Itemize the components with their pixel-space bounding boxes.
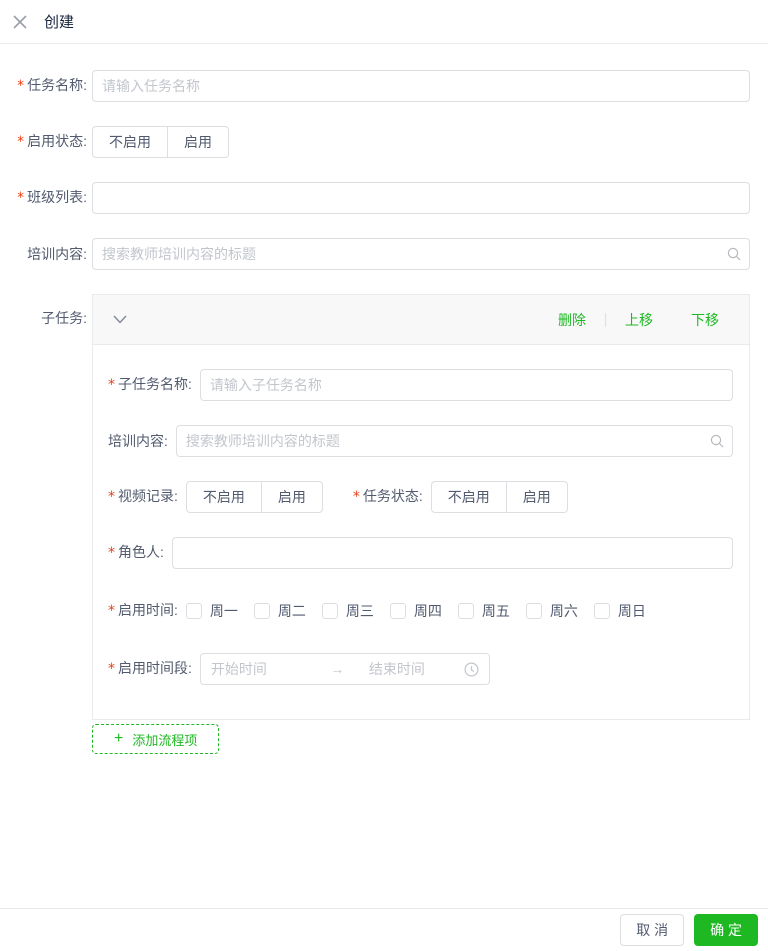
enable-days-row: * 启用时间: 周一 周二 周三 周四 周五 周六 周日	[108, 593, 733, 629]
day-checkbox-wednesday[interactable]: 周三	[321, 601, 374, 621]
day-checkbox-saturday[interactable]: 周六	[525, 601, 578, 621]
required-mark: *	[17, 190, 25, 207]
subtask-panel-body: *子任务名称: 培训内容:	[93, 345, 749, 719]
range-arrow: →	[330, 661, 345, 677]
enable-period-label: * 启用时间段:	[108, 660, 192, 678]
time-range-picker[interactable]: →	[199, 653, 490, 685]
chevron-down-icon[interactable]	[113, 315, 127, 324]
move-down-link[interactable]: 下移	[691, 310, 719, 330]
class-list-input[interactable]	[92, 182, 750, 214]
subtask-name-label: * 子任务名称:	[108, 376, 192, 394]
subtask-name-row: * 子任务名称:	[108, 369, 733, 401]
class-list-row: * 班级列表:	[0, 182, 750, 214]
checkbox[interactable]	[321, 603, 338, 619]
start-time-input[interactable]	[210, 661, 306, 677]
subtask-panel-header: 删除 上移 下移	[93, 295, 749, 345]
cancel-button[interactable]: 取 消	[620, 914, 685, 946]
subtask-name-input[interactable]	[199, 369, 733, 401]
subtask-row: 子任务: 删除 上移 下移 * 子任务名称: 请输入子任务名称 培训内容: 搜索…	[0, 294, 750, 720]
actions-divider	[605, 312, 606, 327]
day-checkbox-friday[interactable]: 周五	[457, 601, 510, 621]
required-mark: *	[108, 377, 115, 394]
subtask-training-content-search-input[interactable]	[175, 425, 733, 457]
task-status-off-button[interactable]: 不启用	[430, 481, 507, 513]
required-mark: *	[108, 489, 115, 506]
training-content-row: 培训内容:	[0, 238, 750, 270]
task-status-label: * 任务状态:	[352, 488, 423, 506]
enable-days-label: * 启用时间:	[108, 602, 178, 620]
delete-link[interactable]: 删除	[558, 310, 586, 330]
enable-status-row: * 启用状态: 不启用 启用	[0, 126, 750, 158]
task-name-row: * 任务名称:	[0, 70, 750, 102]
enable-status-on-button[interactable]: 启用	[167, 126, 229, 158]
enable-status-off-button[interactable]: 不启用	[92, 126, 168, 158]
task-status-on-button[interactable]: 启用	[505, 481, 568, 513]
task-status-group: 不启用 启用	[430, 481, 568, 513]
task-name-label: * 任务名称:	[17, 77, 87, 95]
subtask-training-content-row: 培训内容:	[108, 425, 733, 457]
checkbox[interactable]	[389, 603, 406, 619]
confirm-button[interactable]: 确 定	[694, 914, 758, 946]
subtask-panel: 删除 上移 下移 *子任务名称: 培训内容:	[92, 294, 750, 720]
search-icon	[727, 247, 741, 261]
enable-status-label: * 启用状态:	[17, 133, 87, 151]
role-person-label: * 角色人:	[108, 544, 164, 562]
end-time-input[interactable]	[368, 661, 464, 677]
day-checkbox-monday[interactable]: 周一	[185, 601, 238, 621]
class-list-label: * 班级列表:	[17, 189, 87, 207]
day-checkbox-thursday[interactable]: 周四	[389, 601, 442, 621]
video-record-on-button[interactable]: 启用	[260, 481, 323, 513]
required-mark: *	[17, 134, 25, 151]
subtask-label: 子任务:	[41, 310, 87, 326]
create-form: *任务名称: *启用状态: 不启用 启用 *班级列表: 培训内容: 子任务:	[0, 44, 768, 754]
checkbox[interactable]	[253, 603, 270, 619]
close-button[interactable]	[8, 10, 32, 34]
training-content-search-input[interactable]	[92, 238, 750, 270]
required-mark: *	[352, 489, 360, 506]
search-icon	[710, 434, 724, 448]
role-person-input[interactable]	[171, 537, 733, 569]
video-record-off-button[interactable]: 不启用	[185, 481, 262, 513]
subtask-training-content-label: 培训内容:	[108, 432, 168, 449]
page-title: 创建	[44, 14, 75, 31]
role-person-row: * 角色人:	[108, 537, 733, 569]
enable-status-group: 不启用 启用	[92, 126, 229, 158]
video-record-group: 不启用 启用	[185, 481, 323, 513]
required-mark: *	[108, 545, 115, 562]
video-record-label: * 视频记录:	[108, 488, 178, 506]
footer-bar: 取 消 确 定	[0, 908, 768, 951]
training-content-label: 培训内容:	[27, 245, 87, 262]
checkbox[interactable]	[457, 603, 474, 619]
task-name-input[interactable]	[92, 70, 750, 102]
subtask-status-row: * 视频记录: 不启用 启用 * 任务状态: 不启用 启用	[108, 481, 733, 513]
checkbox[interactable]	[185, 603, 202, 619]
required-mark: *	[108, 661, 115, 678]
required-mark: *	[17, 78, 25, 95]
close-icon	[12, 14, 28, 30]
checkbox[interactable]	[593, 603, 610, 619]
day-checkbox-tuesday[interactable]: 周二	[253, 601, 306, 621]
required-mark: *	[108, 603, 115, 620]
titlebar: 创建	[0, 0, 768, 44]
checkbox[interactable]	[525, 603, 542, 619]
enable-period-row: *启用时间段: →	[108, 653, 733, 685]
day-checkbox-sunday[interactable]: 周日	[593, 601, 646, 621]
move-up-link[interactable]: 上移	[625, 310, 653, 330]
plus-icon: +	[114, 730, 124, 747]
add-process-item-button[interactable]: + 添加流程项	[92, 724, 220, 754]
subtask-panel-actions: 删除 上移 下移	[558, 310, 719, 330]
clock-icon	[464, 661, 479, 677]
